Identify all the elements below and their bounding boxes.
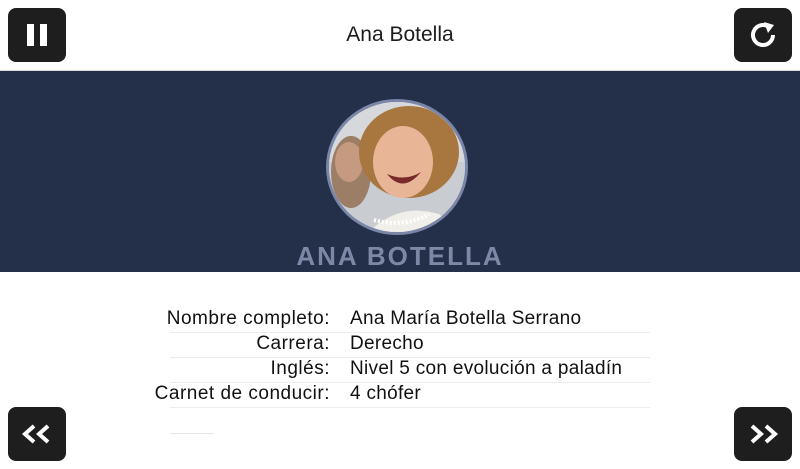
top-bar: Ana Botella [0, 0, 800, 71]
detail-row-english: Inglés: Nivel 5 con evolución a paladín [0, 358, 800, 383]
detail-label: Carnet de conducir: [154, 383, 330, 404]
detail-row-driving-license: Carnet de conducir: 4 chófer [0, 383, 800, 408]
next-button[interactable] [734, 407, 792, 461]
previous-button[interactable] [8, 407, 66, 461]
portrait-photo [329, 102, 465, 232]
detail-value: 4 chófer [350, 383, 422, 404]
detail-value: Nivel 5 con evolución a paladín [350, 358, 623, 379]
detail-label: Nombre completo: [166, 308, 330, 329]
detail-value: Derecho [350, 333, 424, 354]
detail-row-career: Carrera: Derecho [0, 333, 800, 358]
double-chevron-left-icon [21, 424, 50, 444]
reload-icon [751, 22, 775, 47]
pause-icon [27, 24, 47, 46]
double-chevron-right-icon [750, 424, 779, 444]
detail-label: Carrera: [256, 333, 330, 354]
divider [170, 433, 214, 434]
avatar [326, 99, 468, 235]
row-divider [170, 407, 650, 408]
detail-label: Inglés: [270, 358, 330, 379]
pause-button[interactable] [8, 8, 66, 62]
detail-value: Ana María Botella Serrano [350, 308, 582, 329]
page-title: Ana Botella [346, 23, 454, 46]
banner-name: ANA BOTELLA [296, 241, 504, 271]
profile-banner: ANA BOTELLA [0, 71, 800, 272]
detail-row-full-name: Nombre completo: Ana María Botella Serra… [0, 308, 800, 333]
reload-button[interactable] [734, 8, 792, 62]
